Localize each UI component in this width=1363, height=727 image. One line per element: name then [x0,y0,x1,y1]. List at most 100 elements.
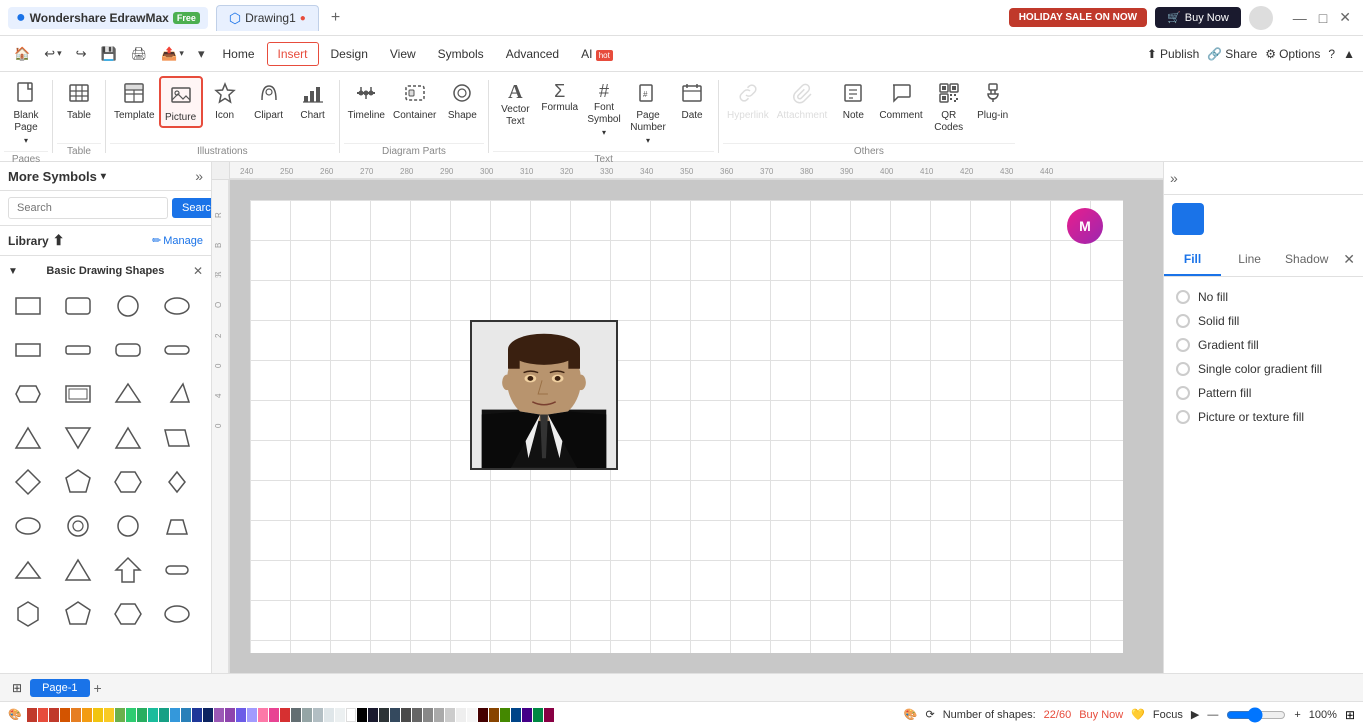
panel-close-button[interactable]: ✕ [1335,243,1363,276]
undo-button[interactable]: ↩ ▾ [38,42,67,66]
attachment-button[interactable]: Attachment [773,76,832,124]
fill-option-solid[interactable]: Solid fill [1172,309,1355,333]
menu-ai[interactable]: AI hot [571,43,623,65]
color-swatch[interactable] [126,708,136,722]
zoom-slider[interactable] [1226,707,1286,723]
zoom-in-icon[interactable]: + [1294,709,1300,721]
color-swatch[interactable] [390,708,400,722]
color-swatch[interactable] [445,708,455,722]
color-swatch[interactable] [291,708,301,722]
menu-advanced[interactable]: Advanced [496,43,569,65]
color-swatch[interactable] [49,708,59,722]
color-swatch[interactable] [456,708,466,722]
collapse-ribbon-button[interactable]: ▲ [1343,47,1355,61]
color-swatch[interactable] [170,708,180,722]
pattern-fill-radio[interactable] [1176,386,1190,400]
publish-button[interactable]: ⬆ Publish [1147,47,1199,61]
color-swatch[interactable] [236,708,246,722]
shape-item-parallelogram[interactable] [157,418,197,458]
focus-label[interactable]: Focus [1153,709,1183,721]
qr-codes-button[interactable]: QRCodes [927,76,971,136]
table-button[interactable]: Table [57,76,101,124]
minimize-button[interactable]: — [1289,9,1311,26]
buy-now-title-button[interactable]: 🛒 Buy Now [1155,7,1241,28]
menu-home[interactable]: Home [212,43,264,65]
shape-item-triangle-right[interactable] [157,374,197,414]
shape-item-oval[interactable] [8,506,48,546]
share-button[interactable]: 🔗 Share [1207,47,1257,61]
shape-item-triangle3[interactable] [58,418,98,458]
color-swatch[interactable] [93,708,103,722]
shape-item-rect2[interactable] [8,330,48,370]
color-swatch[interactable] [412,708,422,722]
color-swatch[interactable] [159,708,169,722]
home-nav-button[interactable]: 🏠 [8,42,36,66]
chart-button[interactable]: Chart [291,76,335,124]
page-tab-1[interactable]: Page-1 [30,679,89,697]
color-swatch[interactable] [225,708,235,722]
line-tab[interactable]: Line [1221,244,1278,276]
search-button[interactable]: Search [172,198,212,218]
color-swatch[interactable] [335,708,345,722]
more-button[interactable]: ▾ [192,42,211,66]
sidebar-collapse-button[interactable]: » [195,168,203,184]
shape-item-rect-corner[interactable] [108,330,148,370]
shape-item-pentagon[interactable] [58,462,98,502]
manage-button[interactable]: ✏ Manage [152,234,203,247]
color-swatch[interactable] [544,708,554,722]
fill-tab[interactable]: Fill [1164,244,1221,276]
shape-item-triangle4[interactable] [108,418,148,458]
icon-button[interactable]: Icon [203,76,247,124]
export-button[interactable]: 📤 ▾ [155,42,190,66]
color-swatch[interactable] [500,708,510,722]
shape-item-pentagon2[interactable] [58,594,98,634]
color-swatch[interactable] [368,708,378,722]
color-swatch[interactable] [137,708,147,722]
shape-item-hexagon2[interactable] [8,594,48,634]
color-swatch[interactable] [214,708,224,722]
shape-item-circle[interactable] [108,286,148,326]
color-swatch[interactable] [302,708,312,722]
color-swatch[interactable] [148,708,158,722]
panel-expand-button[interactable]: » [1164,162,1184,194]
color-swatch[interactable] [269,708,279,722]
color-swatch[interactable] [522,708,532,722]
shape-item-trapezoid[interactable] [157,506,197,546]
menu-symbols[interactable]: Symbols [428,43,494,65]
maximize-button[interactable]: □ [1315,9,1331,26]
shape-item-bevel[interactable] [8,374,48,414]
date-button[interactable]: Date [670,76,714,124]
color-swatch[interactable] [181,708,191,722]
fill-option-single-gradient[interactable]: Single color gradient fill [1172,357,1355,381]
formula-button[interactable]: Σ Formula [537,76,582,116]
comment-button[interactable]: Comment [875,76,926,124]
color-swatch[interactable] [423,708,433,722]
shape-item-triangle5[interactable] [8,550,48,590]
canvas-area[interactable]: 240 250 260 270 280 290 300 310 320 330 … [212,162,1163,673]
color-swatch[interactable] [71,708,81,722]
add-page-button[interactable]: + [94,680,102,696]
shape-item-stadium[interactable] [157,330,197,370]
hyperlink-button[interactable]: Hyperlink [723,76,773,124]
gradient-fill-radio[interactable] [1176,338,1190,352]
color-swatch[interactable] [82,708,92,722]
fit-page-button[interactable]: ⊞ [1345,708,1355,722]
picture-fill-radio[interactable] [1176,410,1190,424]
shape-item-hexagon[interactable] [108,462,148,502]
shadow-tab[interactable]: Shadow [1278,244,1335,276]
color-swatch[interactable] [27,708,37,722]
color-swatch[interactable] [280,708,290,722]
shape-item-diamond2[interactable] [157,462,197,502]
shape-item-circle2[interactable] [108,506,148,546]
shape-item-ellipse2[interactable] [157,594,197,634]
color-swatch[interactable] [357,708,367,722]
color-swatch[interactable] [379,708,389,722]
shape-item-rect-rounded[interactable] [58,286,98,326]
clipart-button[interactable]: Clipart [247,76,291,124]
color-swatch[interactable] [203,708,213,722]
no-fill-radio[interactable] [1176,290,1190,304]
options-button[interactable]: ⚙ Options [1265,47,1320,61]
note-button[interactable]: Note [831,76,875,124]
solid-fill-radio[interactable] [1176,314,1190,328]
color-swatch[interactable] [324,708,334,722]
